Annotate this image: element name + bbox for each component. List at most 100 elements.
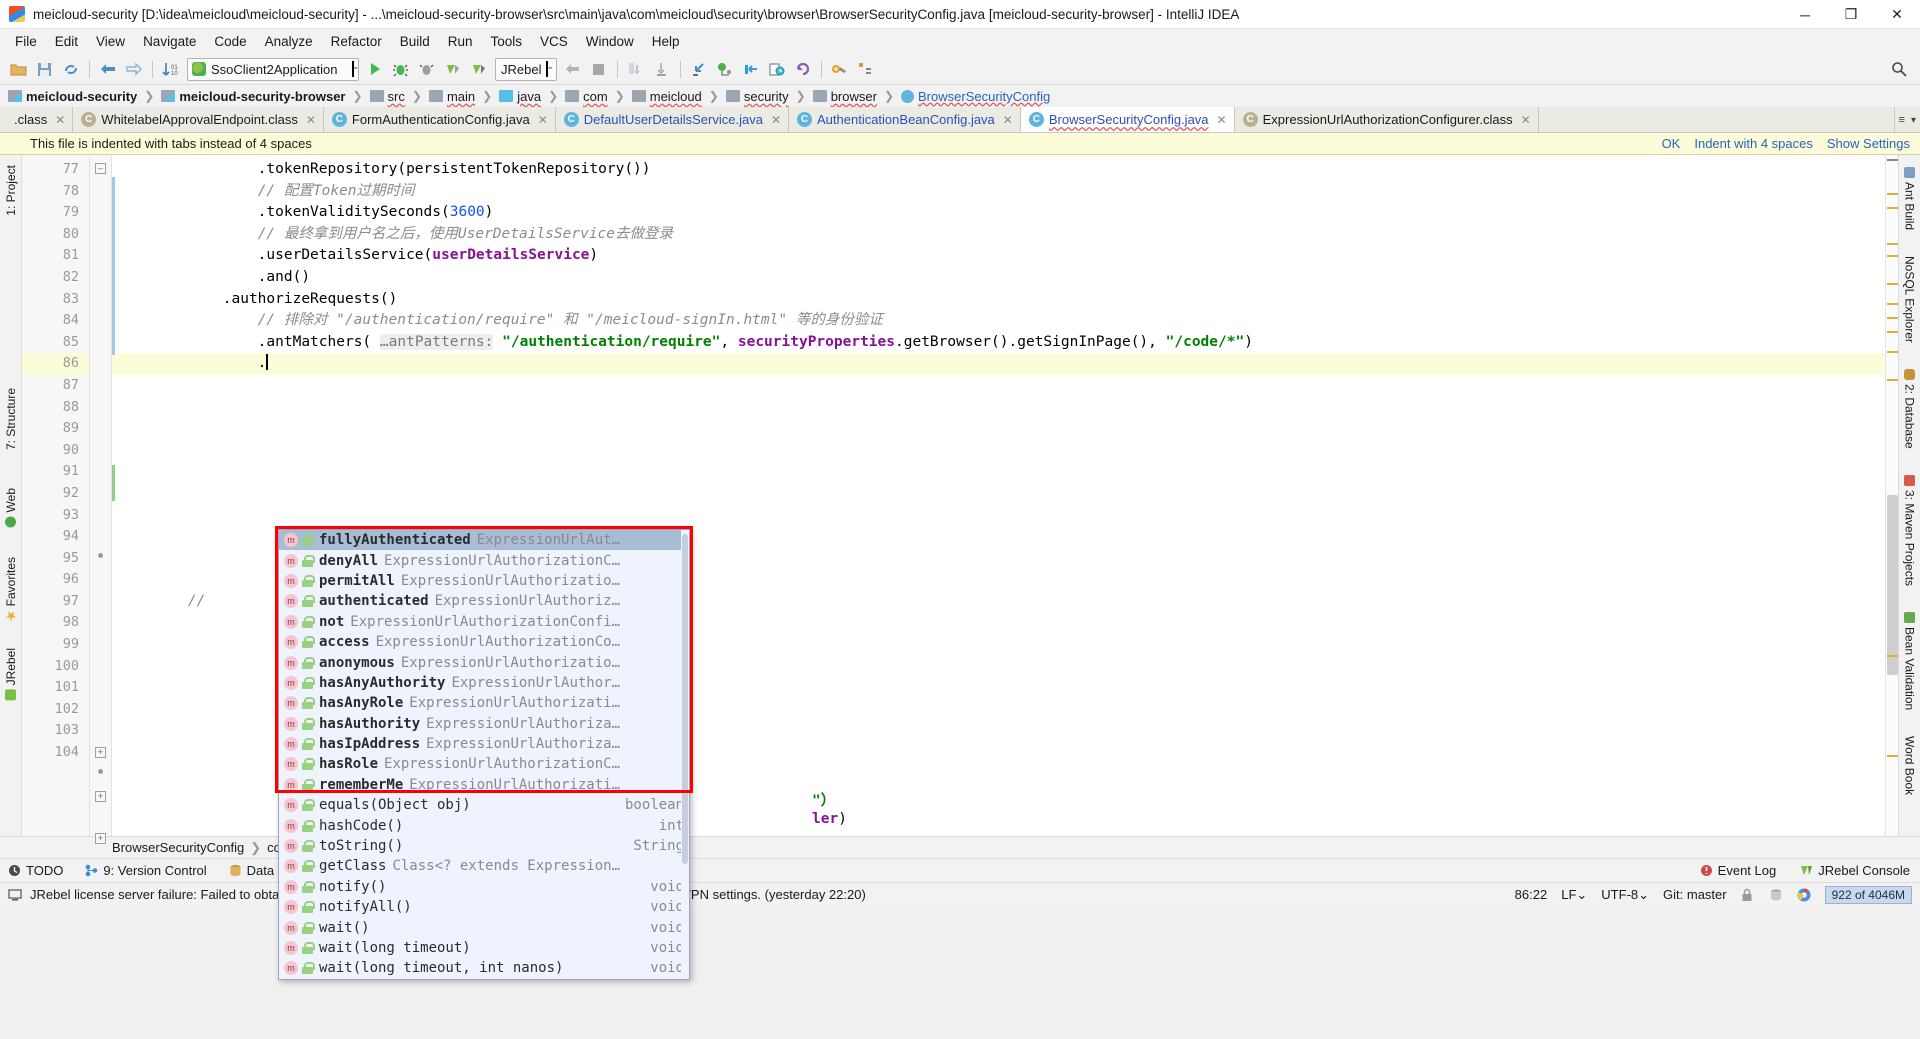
tab-browsersecurityconfig[interactable]: C BrowserSecurityConfig.java ✕ xyxy=(1020,107,1235,132)
maximize-button[interactable]: ❐ xyxy=(1828,0,1874,29)
toolwindow-todo[interactable]: TODO xyxy=(8,863,63,878)
menu-run[interactable]: Run xyxy=(439,31,482,52)
menu-tools[interactable]: Tools xyxy=(482,31,532,52)
jrebel-debug-icon[interactable] xyxy=(466,57,491,82)
fold-marker[interactable]: – xyxy=(95,163,106,174)
minimize-button[interactable]: ─ xyxy=(1782,0,1828,29)
menu-edit[interactable]: Edit xyxy=(46,31,87,52)
code-line[interactable] xyxy=(112,483,1885,505)
code-line[interactable]: .tokenRepository(persistentTokenReposito… xyxy=(112,159,1885,181)
sidebar-item-structure[interactable]: 7: Structure xyxy=(1,382,21,456)
breadcrumb-item-meicloud-security[interactable]: meicloud-security xyxy=(8,89,139,104)
step-into-icon[interactable] xyxy=(649,57,674,82)
completion-item[interactable]: m authenticated ExpressionUrlAuthoriz… xyxy=(279,591,689,611)
push-icon[interactable] xyxy=(738,57,763,82)
sidebar-item-project[interactable]: 1: Project xyxy=(1,159,21,222)
completion-item[interactable]: m rememberMe ExpressionUrlAuthorizati… xyxy=(279,775,689,795)
code-line[interactable]: . xyxy=(112,353,1885,375)
sidebar-item-jrebel[interactable]: JRebel xyxy=(1,642,21,706)
toolwindow-data[interactable]: Data xyxy=(229,863,274,878)
breadcrumb-item-meicloud[interactable]: meicloud xyxy=(631,89,704,104)
tab-chevron-icon[interactable]: ▾ xyxy=(1911,115,1916,126)
memory-indicator[interactable]: 922 of 4046M xyxy=(1824,885,1912,904)
completion-item[interactable]: m hasAuthority ExpressionUrlAuthoriza… xyxy=(279,714,689,734)
completion-item[interactable]: m wait(long timeout) void xyxy=(279,938,689,958)
breadcrumb-item-security[interactable]: security xyxy=(725,89,791,104)
menu-navigate[interactable]: Navigate xyxy=(134,31,205,52)
run-icon[interactable] xyxy=(362,57,387,82)
line-separator[interactable]: LF⌄ xyxy=(1561,887,1587,903)
completion-item[interactable]: m denyAll ExpressionUrlAuthorizationC… xyxy=(279,550,689,570)
menu-file[interactable]: File xyxy=(6,31,46,52)
menu-refactor[interactable]: Refactor xyxy=(322,31,391,52)
database-status-icon[interactable] xyxy=(1769,888,1783,902)
sidebar-item-web[interactable]: Web xyxy=(1,482,21,533)
search-everywhere-icon[interactable] xyxy=(1886,57,1911,82)
coverage-icon[interactable] xyxy=(414,57,439,82)
step-over-icon[interactable] xyxy=(623,57,648,82)
completion-item[interactable]: m permitAll ExpressionUrlAuthorizatio… xyxy=(279,571,689,591)
completion-item[interactable]: m notifyAll() void xyxy=(279,897,689,917)
close-icon[interactable]: ✕ xyxy=(1003,113,1013,127)
tab-expressionurlauthorizationconfigurer[interactable]: C ExpressionUrlAuthorizationConfigurer.c… xyxy=(1234,107,1539,132)
rerun-icon[interactable] xyxy=(560,57,585,82)
completion-item[interactable]: m hasIpAddress ExpressionUrlAuthoriza… xyxy=(279,734,689,754)
lock-icon[interactable] xyxy=(1741,888,1755,902)
toolwindow-jrebel-console[interactable]: JRebel Console xyxy=(1800,863,1910,878)
bottom-breadcrumb-class[interactable]: BrowserSecurityConfig xyxy=(112,840,244,855)
completion-item[interactable]: m equals(Object obj) boolean xyxy=(279,795,689,815)
debug-icon[interactable] xyxy=(388,57,413,82)
chrome-icon[interactable] xyxy=(1797,888,1811,902)
fold-marker-4[interactable]: + xyxy=(95,833,106,844)
completion-item[interactable]: m access ExpressionUrlAuthorizationCo… xyxy=(279,632,689,652)
sidebar-item-nosql-explorer[interactable]: NoSQL Explorer xyxy=(1900,250,1920,349)
completion-item[interactable]: m hasAnyRole ExpressionUrlAuthorizati… xyxy=(279,693,689,713)
completion-item[interactable]: m fullyAuthenticated ExpressionUrlAut… xyxy=(279,530,689,551)
fold-marker-2[interactable]: + xyxy=(95,747,106,758)
revert-icon[interactable] xyxy=(790,57,815,82)
tab-whitelabelapprovalendpoint[interactable]: C WhitelabelApprovalEndpoint.class ✕ xyxy=(73,107,324,132)
tab-formauthenticationconfig[interactable]: C FormAuthenticationConfig.java ✕ xyxy=(323,107,556,132)
close-icon[interactable]: ✕ xyxy=(771,113,781,127)
code-line[interactable]: .antMatchers( …antPatterns: "/authentica… xyxy=(112,332,1885,354)
code-line[interactable]: // 最终拿到用户名之后，使用UserDetailsService去做登录 xyxy=(112,224,1885,246)
status-monitor-icon[interactable] xyxy=(8,888,22,902)
run-configuration-selector[interactable]: SsoClient2Application ⌄ xyxy=(187,57,360,81)
breadcrumb-item-com[interactable]: com xyxy=(565,89,610,104)
settings-icon[interactable] xyxy=(827,57,852,82)
jrebel-selector[interactable]: JRebel ⌄ xyxy=(495,57,557,81)
file-encoding[interactable]: UTF-8⌄ xyxy=(1601,887,1649,903)
notification-settings-link[interactable]: Show Settings xyxy=(1827,136,1910,151)
completion-item[interactable]: m wait() void xyxy=(279,917,689,937)
breadcrumb-item-java[interactable]: java xyxy=(499,89,543,104)
sidebar-item-favorites[interactable]: Favorites xyxy=(1,551,21,627)
sort-icon[interactable]: 01 10 xyxy=(158,57,183,82)
code-line[interactable] xyxy=(112,418,1885,440)
notification-ok-link[interactable]: OK xyxy=(1662,136,1681,151)
open-icon[interactable] xyxy=(6,57,31,82)
completion-item[interactable]: m hasAnyAuthority ExpressionUrlAuthor… xyxy=(279,673,689,693)
breadcrumb-item-browser[interactable]: browser xyxy=(812,89,879,104)
breadcrumb-item-src[interactable]: src xyxy=(369,89,407,104)
completion-item[interactable]: m anonymous ExpressionUrlAuthorizatio… xyxy=(279,652,689,672)
completion-item[interactable]: m toString() String xyxy=(279,836,689,856)
scrollbar-thumb[interactable] xyxy=(1887,495,1898,675)
toolwindow-event-log[interactable]: Event Log xyxy=(1700,863,1776,878)
close-icon[interactable]: ✕ xyxy=(55,113,65,127)
sidebar-item-database[interactable]: 2: Database xyxy=(1900,363,1920,455)
sidebar-item-word-book[interactable]: Word Book xyxy=(1900,730,1920,801)
notification-indent-link[interactable]: Indent with 4 spaces xyxy=(1694,136,1813,151)
code-line[interactable] xyxy=(112,505,1885,527)
completion-item[interactable]: m not ExpressionUrlAuthorizationConfi… xyxy=(279,612,689,632)
breadcrumb-item-meicloud-security-browser[interactable]: meicloud-security-browser xyxy=(161,89,347,104)
stop-icon[interactable] xyxy=(586,57,611,82)
fold-marker-3[interactable]: + xyxy=(95,791,106,802)
code-line[interactable] xyxy=(112,375,1885,397)
git-branch[interactable]: Git: master xyxy=(1663,887,1727,902)
tab-class-truncated[interactable]: .class ✕ xyxy=(0,107,74,132)
commit-icon[interactable] xyxy=(712,57,737,82)
jrebel-run-icon[interactable] xyxy=(440,57,465,82)
code-line[interactable] xyxy=(112,461,1885,483)
tab-overflow-controls[interactable]: ≡ ▾ xyxy=(1893,107,1920,132)
code-line[interactable] xyxy=(112,397,1885,419)
